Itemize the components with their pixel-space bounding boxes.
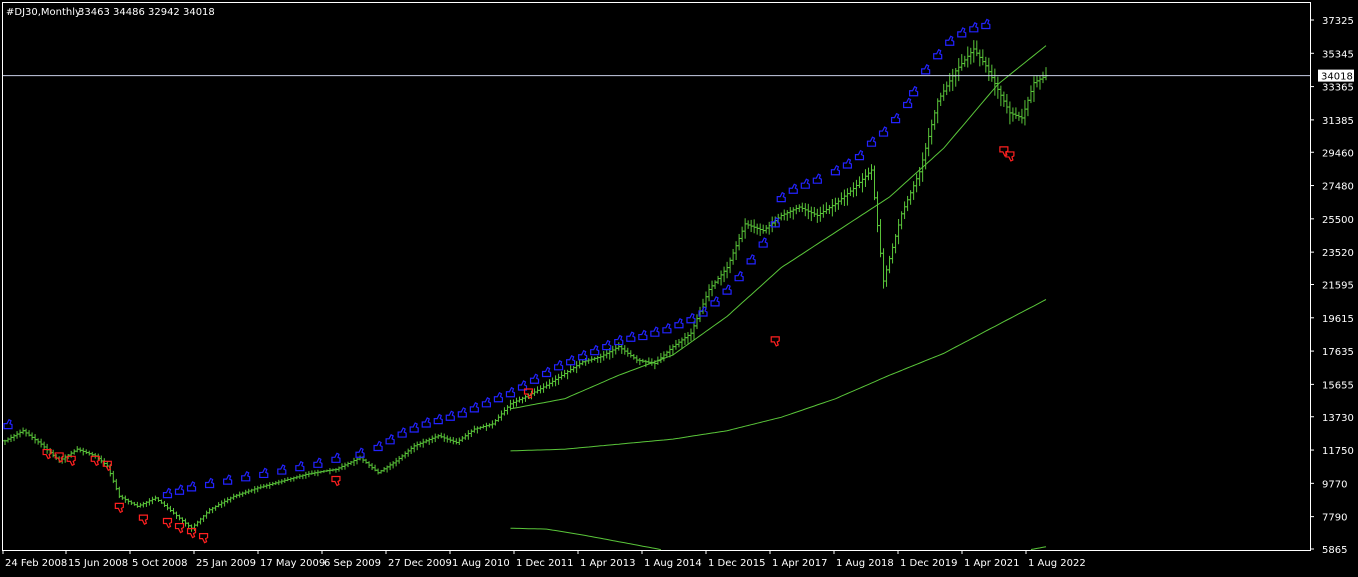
y-axis-tick-label: 23520 xyxy=(1322,248,1354,259)
y-axis-tick-label: 13730 xyxy=(1322,413,1354,424)
price-chart[interactable]: #DJ30,Monthly 33463 34486 32942 34018 58… xyxy=(0,0,1358,573)
y-axis-tick-label: 37325 xyxy=(1322,16,1354,27)
x-axis-tick-label: 27 Dec 2009 xyxy=(388,558,452,569)
y-axis-tick-label: 9770 xyxy=(1322,479,1347,490)
x-axis-tick-label: 1 Aug 2010 xyxy=(452,558,510,569)
y-axis-tick-label: 27480 xyxy=(1322,182,1354,193)
y-axis-tick-label: 35345 xyxy=(1322,49,1354,60)
current-price-label: 34018 xyxy=(1321,72,1353,83)
y-axis-tick-label: 5865 xyxy=(1322,545,1347,556)
x-axis-tick-label: 25 Jan 2009 xyxy=(196,558,256,569)
y-axis-tick-label: 31385 xyxy=(1322,116,1354,127)
x-axis-tick-label: 1 Dec 2015 xyxy=(708,558,766,569)
chart-background xyxy=(0,0,1358,573)
y-axis-tick-label: 19615 xyxy=(1322,314,1354,325)
y-axis-tick-label: 21595 xyxy=(1322,281,1354,292)
x-axis-tick-label: 24 Feb 2008 xyxy=(5,558,67,569)
y-axis-tick-label: 15655 xyxy=(1322,380,1354,391)
symbol-label: #DJ30,Monthly xyxy=(6,7,81,18)
x-axis-tick-label: 6 Sep 2009 xyxy=(324,558,381,569)
y-axis-tick-label: 29460 xyxy=(1322,148,1354,159)
x-axis-tick-label: 1 Dec 2019 xyxy=(900,558,958,569)
x-axis-tick-label: 1 Aug 2022 xyxy=(1028,558,1086,569)
y-axis-tick-label: 17635 xyxy=(1322,347,1354,358)
x-axis-tick-label: 1 Aug 2018 xyxy=(836,558,894,569)
x-axis-tick-label: 1 Aug 2014 xyxy=(644,558,702,569)
price-chart-svg[interactable]: #DJ30,Monthly 33463 34486 32942 34018 58… xyxy=(0,0,1358,573)
y-axis-tick-label: 33365 xyxy=(1322,83,1354,94)
x-axis-tick-label: 5 Oct 2008 xyxy=(132,558,187,569)
x-axis-tick-label: 1 Apr 2017 xyxy=(772,558,827,569)
y-axis-tick-label: 11750 xyxy=(1322,446,1354,457)
x-axis-tick-label: 1 Apr 2021 xyxy=(964,558,1019,569)
x-axis-tick-label: 1 Apr 2013 xyxy=(580,558,635,569)
x-axis-tick-label: 17 May 2009 xyxy=(260,558,325,569)
x-axis-tick-label: 15 Jun 2008 xyxy=(68,558,128,569)
x-axis-tick-label: 1 Dec 2011 xyxy=(516,558,574,569)
y-axis-tick-label: 25500 xyxy=(1322,215,1354,226)
y-axis-tick-label: 7790 xyxy=(1322,513,1347,524)
ohlc-readout: 33463 34486 32942 34018 xyxy=(78,7,215,18)
